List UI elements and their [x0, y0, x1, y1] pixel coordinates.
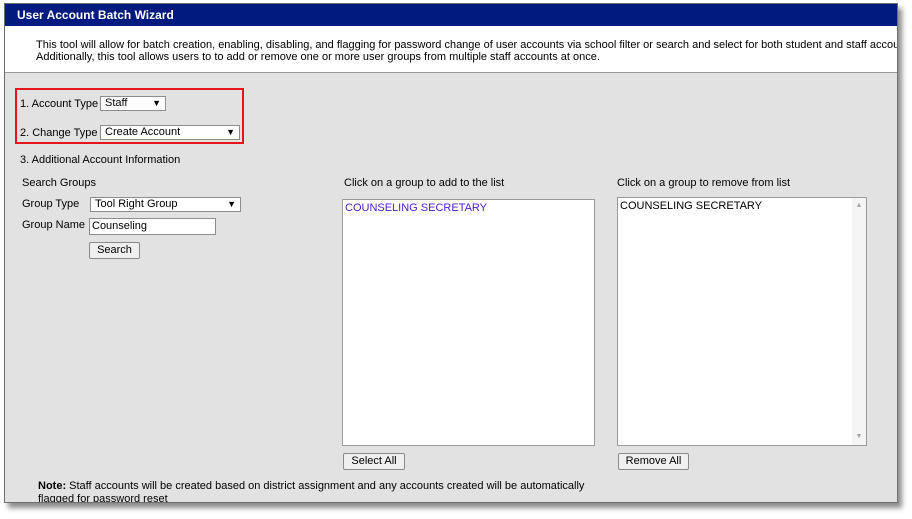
title-bar: User Account Batch Wizard	[5, 4, 897, 26]
account-type-select[interactable]: Staff ▼	[100, 96, 166, 111]
scroll-down-icon[interactable]: ▼	[852, 431, 866, 443]
change-type-select[interactable]: Create Account ▼	[100, 125, 240, 140]
change-type-value: Create Account	[105, 126, 181, 138]
note-text: Note: Staff accounts will be created bas…	[38, 480, 618, 503]
chevron-down-icon: ▼	[152, 98, 161, 108]
account-type-label: 1. Account Type	[20, 98, 99, 110]
group-name-input[interactable]: Counseling	[89, 218, 216, 235]
additional-info-label: 3. Additional Account Information	[20, 154, 181, 166]
add-list-item[interactable]: COUNSELING SECRETARY	[345, 202, 487, 214]
change-type-label: 2. Change Type	[20, 127, 98, 139]
group-type-value: Tool Right Group	[95, 198, 178, 210]
description-line-1: This tool will allow for batch creation,…	[36, 39, 898, 51]
select-all-button[interactable]: Select All	[343, 453, 405, 470]
note-body: Staff accounts will be created based on …	[38, 480, 585, 503]
search-button[interactable]: Search	[89, 242, 140, 259]
add-list-heading: Click on a group to add to the list	[344, 177, 505, 189]
account-type-value: Staff	[105, 97, 128, 109]
description-panel: This tool will allow for batch creation,…	[5, 26, 897, 73]
remove-list-item[interactable]: COUNSELING SECRETARY	[620, 200, 762, 212]
description-line-2: Additionally, this tool allows users to …	[36, 51, 600, 63]
scroll-up-icon[interactable]: ▲	[852, 200, 866, 212]
note-label: Note:	[38, 480, 67, 492]
search-groups-heading: Search Groups	[22, 177, 96, 189]
group-type-select[interactable]: Tool Right Group ▼	[90, 197, 241, 212]
window-title: User Account Batch Wizard	[17, 8, 174, 22]
group-name-label: Group Name	[22, 219, 85, 231]
remove-list-heading: Click on a group to remove from list	[617, 177, 791, 189]
remove-all-button[interactable]: Remove All	[618, 453, 689, 470]
remove-list-scrollbar[interactable]: ▲ ▼	[852, 198, 866, 445]
add-group-listbox[interactable]: COUNSELING SECRETARY	[342, 199, 595, 446]
wizard-window: User Account Batch Wizard This tool will…	[4, 3, 898, 503]
chevron-down-icon: ▼	[226, 127, 235, 137]
remove-group-listbox[interactable]: COUNSELING SECRETARY ▲ ▼	[617, 197, 867, 446]
chevron-down-icon: ▼	[227, 199, 236, 209]
group-type-label: Group Type	[22, 198, 80, 210]
